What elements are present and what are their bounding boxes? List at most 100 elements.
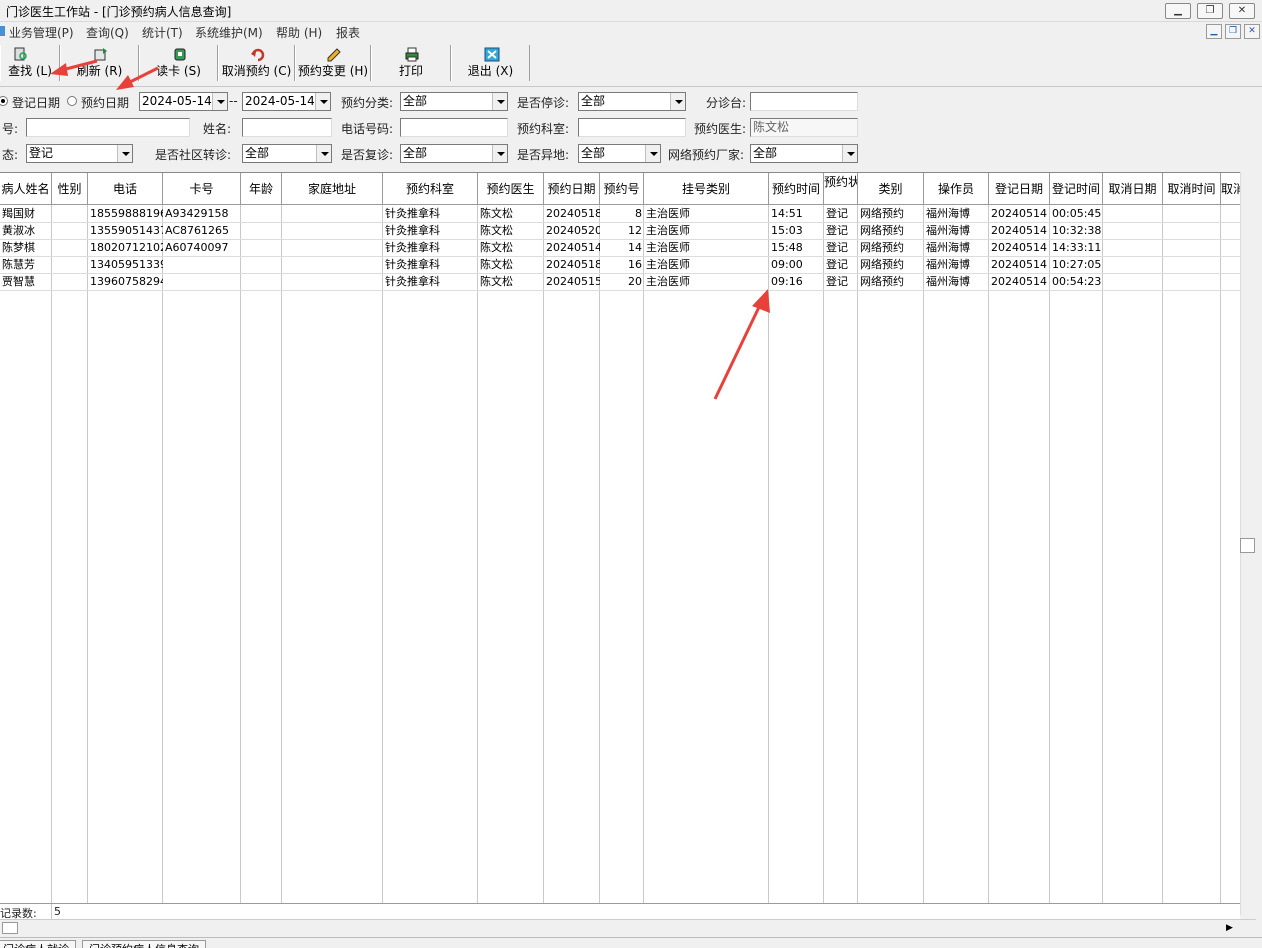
stopped-label: 是否停诊:: [517, 96, 570, 110]
column-divider: [382, 205, 383, 903]
column-header[interactable]: 取消时间: [1163, 173, 1221, 205]
table-cell: [1103, 223, 1163, 240]
status-tab-appointment-query[interactable]: 门诊预约病人信息查询: [82, 940, 206, 948]
column-header[interactable]: 挂号类别: [644, 173, 769, 205]
chevron-down-icon[interactable]: [842, 145, 857, 162]
table-cell: 20240518: [544, 206, 600, 223]
stopped-select[interactable]: 全部: [578, 92, 686, 111]
column-header[interactable]: 预约时间: [769, 173, 824, 205]
column-header[interactable]: 预约日期: [544, 173, 600, 205]
horizontal-scroll-thumb[interactable]: [2, 922, 18, 934]
date-from-value: 2024-05-14: [142, 94, 212, 108]
remote-select[interactable]: 全部: [578, 144, 661, 163]
column-divider: [281, 205, 282, 903]
column-header[interactable]: 电话: [88, 173, 163, 205]
minimize-button[interactable]: ▁: [1165, 3, 1191, 19]
horizontal-scrollbar[interactable]: ▶: [0, 919, 1256, 936]
table-row[interactable]: 陈慧芳 13405951339 针灸推拿科 陈文松 20240518 16 主治医师 09:0…: [0, 257, 1240, 274]
table-cell: 陈文松: [478, 206, 544, 223]
column-header[interactable]: 预约科室: [383, 173, 478, 205]
cancel-appointment-button[interactable]: 取消预约 (C): [218, 45, 295, 81]
vendor-select[interactable]: 全部: [750, 144, 858, 163]
exit-button[interactable]: 退出 (X): [451, 45, 530, 81]
status-select[interactable]: 登记: [26, 144, 133, 163]
menu-query[interactable]: 查询(Q): [86, 24, 129, 41]
table-cell: 福州海博: [924, 240, 989, 257]
status-tab-visit[interactable]: 门诊病人就诊: [0, 940, 76, 948]
chevron-down-icon[interactable]: [670, 93, 685, 110]
department-input[interactable]: [578, 118, 686, 137]
phone-input[interactable]: [400, 118, 508, 137]
date-to-picker[interactable]: 2024-05-14: [242, 92, 331, 111]
column-header[interactable]: 登记日期: [989, 173, 1050, 205]
chevron-down-icon[interactable]: [645, 145, 660, 162]
table-cell: 针灸推拿科: [383, 240, 478, 257]
column-header[interactable]: 年龄: [241, 173, 282, 205]
chevron-down-icon[interactable]: [492, 93, 507, 110]
table-cell: [163, 274, 241, 291]
chevron-down-icon[interactable]: [212, 93, 227, 110]
table-row[interactable]: 陈梦棋 18020712102 A60740097 针灸推拿科 陈文松 20240514 1…: [0, 240, 1240, 257]
name-input[interactable]: [242, 118, 332, 137]
triage-input[interactable]: [750, 92, 858, 111]
column-divider: [51, 205, 52, 903]
menu-reports[interactable]: 报表: [336, 24, 360, 41]
app-icon: [0, 26, 5, 36]
community-select[interactable]: 全部: [242, 144, 332, 163]
column-header[interactable]: 预约状态: [824, 173, 858, 205]
find-label: 查找 (L): [8, 64, 52, 78]
doctor-input[interactable]: 陈文松: [750, 118, 858, 137]
menu-system[interactable]: 系统维护(M): [195, 24, 263, 41]
find-button[interactable]: 查找 (L): [0, 45, 60, 81]
column-header[interactable]: 预约号: [600, 173, 644, 205]
chevron-down-icon[interactable]: [492, 145, 507, 162]
mdi-restore-button[interactable]: ❐: [1225, 24, 1241, 39]
scroll-right-arrow-icon[interactable]: ▶: [1226, 923, 1233, 933]
table-row[interactable]: 黄淑冰 13559051437 AC8761265 针灸推拿科 陈文松 20240520 1…: [0, 223, 1240, 240]
menu-statistics[interactable]: 统计(T): [142, 24, 183, 41]
column-header[interactable]: 类别: [858, 173, 924, 205]
register-date-radio[interactable]: [0, 96, 8, 106]
mdi-close-button[interactable]: ✕: [1244, 24, 1260, 39]
print-button[interactable]: 打印: [371, 45, 451, 81]
column-header[interactable]: 登记时间: [1050, 173, 1103, 205]
revisit-select[interactable]: 全部: [400, 144, 508, 163]
table-cell: 登记: [824, 240, 858, 257]
column-header[interactable]: 卡号: [163, 173, 241, 205]
table-row[interactable]: 贾智慧 13960758294 针灸推拿科 陈文松 20240515 20 主治医师 09:1…: [0, 274, 1240, 291]
chevron-down-icon[interactable]: [117, 145, 132, 162]
table-cell: 羯国财: [0, 206, 52, 223]
column-header[interactable]: 操作员: [924, 173, 989, 205]
column-header[interactable]: 取消: [1221, 173, 1240, 205]
refresh-button[interactable]: 刷新 (R): [60, 45, 139, 81]
column-divider: [823, 205, 824, 903]
table-cell: 针灸推拿科: [383, 206, 478, 223]
refresh-label: 刷新 (R): [76, 64, 123, 78]
vertical-scroll-thumb[interactable]: [1240, 538, 1255, 553]
table-cell: 网络预约: [858, 223, 924, 240]
card-number-input[interactable]: [26, 118, 190, 137]
chevron-down-icon[interactable]: [316, 145, 331, 162]
table-cell: 贾智慧: [0, 274, 52, 291]
menu-business[interactable]: 业务管理(P): [9, 24, 74, 41]
category-select[interactable]: 全部: [400, 92, 508, 111]
category-value: 全部: [403, 94, 428, 108]
close-button[interactable]: ✕: [1229, 3, 1255, 19]
change-appointment-button[interactable]: 预约变更 (H): [295, 45, 371, 81]
appointment-date-radio[interactable]: [67, 96, 77, 106]
restore-button[interactable]: ❐: [1197, 3, 1223, 19]
mdi-minimize-button[interactable]: ▁: [1206, 24, 1222, 39]
column-header[interactable]: 病人姓名: [0, 173, 52, 205]
find-icon: [14, 47, 27, 61]
date-from-picker[interactable]: 2024-05-14: [139, 92, 228, 111]
menu-help[interactable]: 帮助 (H): [276, 24, 322, 41]
table-row[interactable]: 羯国财 18559888196 A93429158 针灸推拿科 陈文松 20240518 8…: [0, 206, 1240, 223]
column-header[interactable]: 家庭地址: [282, 173, 383, 205]
table-cell: 14: [600, 240, 644, 257]
column-divider: [87, 205, 88, 903]
read-card-button[interactable]: 读卡 (S): [139, 45, 218, 81]
column-header[interactable]: 取消日期: [1103, 173, 1163, 205]
column-header[interactable]: 预约医生: [478, 173, 544, 205]
column-header[interactable]: 性别: [52, 173, 88, 205]
chevron-down-icon[interactable]: [315, 93, 330, 110]
